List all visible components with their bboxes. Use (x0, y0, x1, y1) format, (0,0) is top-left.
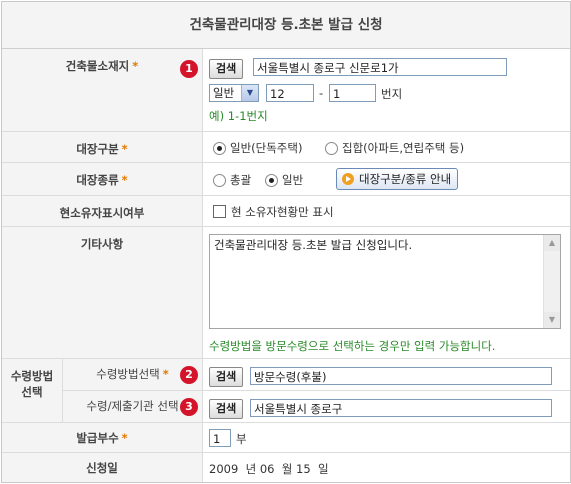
current-owner-checkbox-label: 현 소유자현황만 표시 (231, 205, 334, 219)
receipt-method-search-button[interactable]: 검색 (209, 367, 244, 387)
row-ledger-class: 대장구분 * 일반(단독주택) 집합(아파트,연립주택 등) (2, 132, 570, 163)
apply-year: 2009 (209, 462, 239, 476)
apply-day-unit: 일 (318, 462, 329, 476)
ledger-guide-button[interactable]: 대장구분/종류 안내 (336, 168, 459, 190)
required-mark: * (162, 367, 169, 381)
ledger-type-option-summary: 총괄 (230, 173, 252, 187)
receipt-office-input[interactable]: 서울특별시 종로구 (250, 399, 552, 417)
other-notes-value: 건축물관리대장 등.초본 발급 신청입니다. ▲ ▼ 수령방법을 방문수령으로 … (203, 227, 570, 358)
ledger-guide-button-label: 대장구분/종류 안내 (359, 172, 452, 186)
scroll-up-icon[interactable]: ▲ (544, 235, 560, 251)
required-mark: * (132, 59, 139, 73)
row-copies: 발급부수 * 1 부 (2, 423, 570, 453)
receipt-group-label-line2: 선택 (21, 385, 43, 399)
row-receipt-group: 수령방법 선택 수령방법선택 * 수령/제출기관 선택 2 검색 방문수령(후불)… (2, 359, 570, 423)
copies-label: 발급부수 (76, 431, 119, 445)
copies-input[interactable]: 1 (209, 429, 231, 447)
radio-ledger-class-general[interactable] (213, 142, 226, 155)
apply-year-unit: 년 (245, 462, 257, 476)
lot-dash: - (319, 86, 324, 100)
address-input[interactable]: 서울특별시 종로구 신문로1가 (253, 58, 507, 76)
label-building-location: 건축물소재지 * (2, 49, 203, 131)
ledger-class-value: 일반(단독주택) 집합(아파트,연립주택 등) (203, 132, 570, 162)
receipt-office-label: 수령/제출기관 선택 (86, 399, 179, 413)
row-other-notes: 기타사항 건축물관리대장 등.초본 발급 신청입니다. ▲ ▼ 수령방법을 방문… (2, 227, 570, 359)
receipt-group-label: 수령방법 선택 (2, 359, 63, 422)
row-owner-display: 현소유자표시여부 현 소유자현황만 표시 (2, 196, 570, 227)
copies-unit: 부 (236, 432, 247, 446)
ledger-class-option-general: 일반(단독주택) (230, 141, 303, 155)
ledger-type-label: 대장종류 (76, 173, 119, 187)
current-owner-checkbox[interactable] (213, 205, 226, 218)
row-building-location: 건축물소재지 * 1 검색 서울특별시 종로구 신문로1가 일반 ▼ 12 - 1… (2, 49, 570, 132)
receipt-method-label: 수령방법선택 (96, 367, 160, 381)
label-other-notes: 기타사항 (2, 227, 203, 358)
apply-day: 15 (296, 462, 311, 476)
other-notes-label: 기타사항 (80, 237, 124, 251)
row-apply-date: 신청일 2009 년 06 월 15 일 (2, 453, 570, 482)
lot-type-value: 일반 (213, 86, 235, 100)
lot-type-select[interactable]: 일반 ▼ (209, 84, 259, 102)
lot-example-text: 예) 1-1번지 (209, 109, 268, 123)
building-location-value: 1 검색 서울특별시 종로구 신문로1가 일반 ▼ 12 - 1 번지 예) 1… (180, 49, 570, 131)
label-ledger-type: 대장종류 * (2, 163, 203, 195)
ledger-class-option-collective: 집합(아파트,연립주택 등) (342, 141, 465, 155)
form-title: 건축물관리대장 등.초본 발급 신청 (2, 2, 570, 49)
required-mark: * (121, 431, 128, 445)
scroll-down-icon[interactable]: ▼ (544, 312, 560, 328)
radio-ledger-class-collective[interactable] (325, 142, 338, 155)
apply-date-text: 2009 년 06 월 15 일 (209, 461, 329, 477)
owner-display-value: 현 소유자현황만 표시 (203, 196, 570, 226)
step-badge-3: 3 (180, 398, 198, 416)
other-notes-hint: 수령방법을 방문수령으로 선택하는 경우만 입력 가능합니다. (209, 339, 496, 353)
required-mark: * (121, 142, 128, 156)
label-apply-date: 신청일 (2, 453, 203, 482)
apply-month: 06 (259, 462, 275, 476)
receipt-method-input[interactable]: 방문수령(후불) (250, 367, 552, 385)
other-notes-text: 건축물관리대장 등.초본 발급 신청입니다. (214, 238, 413, 252)
radio-ledger-type-summary[interactable] (213, 174, 226, 187)
application-form: 건축물관리대장 등.초본 발급 신청 건축물소재지 * 1 검색 서울특별시 종로… (1, 1, 571, 483)
apply-month-unit: 월 (281, 462, 293, 476)
lot-unit-label: 번지 (381, 87, 403, 101)
step-badge-2: 2 (180, 366, 198, 384)
address-search-button[interactable]: 검색 (209, 59, 244, 79)
play-icon (342, 173, 354, 185)
textarea-scrollbar[interactable]: ▲ ▼ (543, 235, 560, 328)
chevron-down-icon: ▼ (241, 85, 258, 101)
label-ledger-class: 대장구분 * (2, 132, 203, 162)
copies-value: 1 부 (203, 423, 570, 452)
radio-ledger-type-general[interactable] (265, 174, 278, 187)
row-ledger-type: 대장종류 * 총괄 일반 대장구분/종류 안내 (2, 163, 570, 196)
label-owner-display: 현소유자표시여부 (2, 196, 203, 226)
owner-display-label: 현소유자표시여부 (59, 206, 145, 220)
building-location-label: 건축물소재지 (65, 59, 130, 73)
receipt-values: 2 검색 방문수령(후불) 3 검색 서울특별시 종로구 (180, 359, 570, 422)
ledger-type-option-general: 일반 (282, 173, 304, 187)
step-badge-1: 1 (180, 60, 198, 78)
sub-lot-number-input[interactable]: 1 (329, 84, 376, 102)
main-lot-number-input[interactable]: 12 (266, 84, 314, 102)
receipt-group-label-line1: 수령방법 (10, 369, 54, 383)
ledger-type-value: 총괄 일반 대장구분/종류 안내 (203, 163, 570, 195)
label-copies: 발급부수 * (2, 423, 203, 452)
ledger-class-label: 대장구분 (76, 142, 119, 156)
apply-date-label: 신청일 (86, 461, 118, 475)
receipt-office-search-button[interactable]: 검색 (209, 399, 244, 419)
other-notes-textarea[interactable]: 건축물관리대장 등.초본 발급 신청입니다. ▲ ▼ (209, 234, 561, 329)
required-mark: * (121, 173, 128, 187)
apply-date-value: 2009 년 06 월 15 일 (203, 453, 570, 482)
